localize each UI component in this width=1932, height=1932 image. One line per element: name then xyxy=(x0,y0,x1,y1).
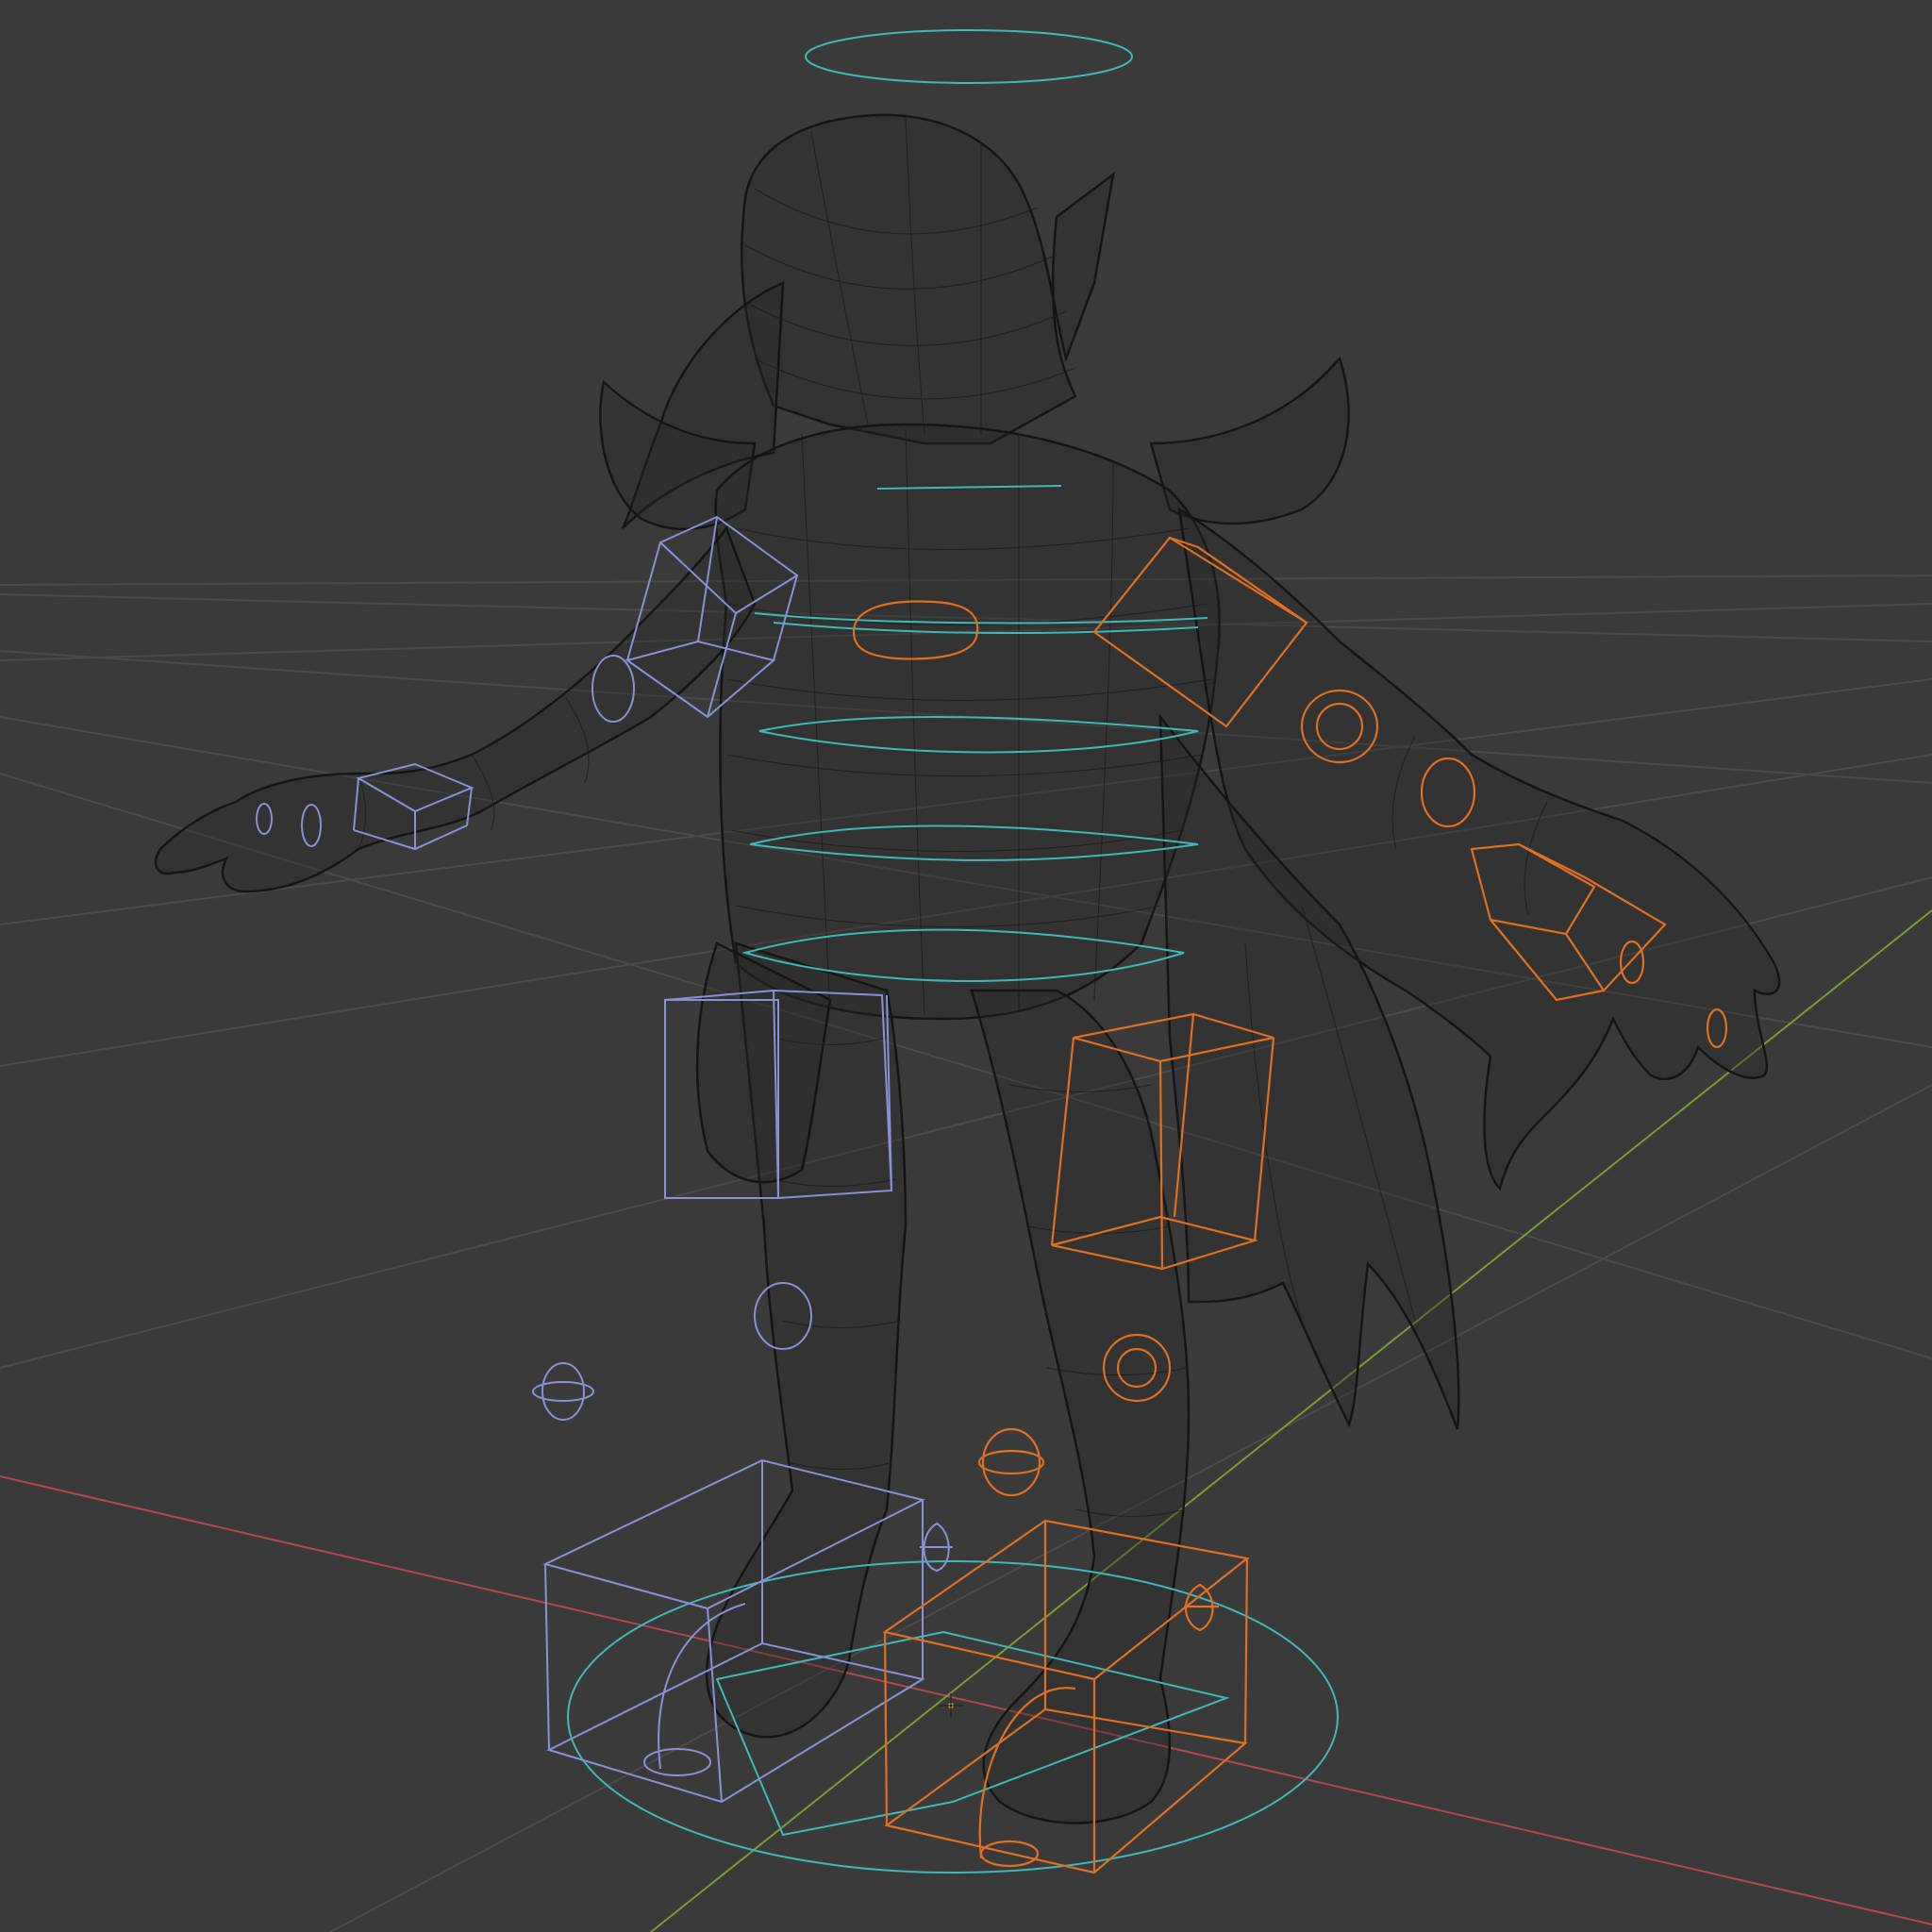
root-circle-control[interactable] xyxy=(567,1560,1339,1874)
left-pole-target-ring-v xyxy=(541,1362,585,1421)
wireframe-character-mesh[interactable] xyxy=(154,113,1781,1824)
hood-mesh xyxy=(741,113,1115,445)
origin-marker-icon xyxy=(939,1693,963,1718)
left-heel-ring-control[interactable] xyxy=(643,1748,711,1776)
left-toe-pivot-control[interactable] xyxy=(920,1522,953,1573)
right-shoulder-spike-mesh xyxy=(1149,356,1350,525)
right-pole-target-control[interactable] xyxy=(977,1427,1045,1497)
viewport-canvas[interactable] xyxy=(0,0,1932,1932)
x-axis-line xyxy=(0,1475,1932,1925)
right-pole-target-ring-h xyxy=(977,1449,1045,1475)
head-halo-control[interactable] xyxy=(805,29,1133,84)
3d-viewport[interactable] xyxy=(0,0,1932,1932)
right-toe-pivot-control[interactable] xyxy=(1184,1583,1219,1632)
right-leg-mesh xyxy=(970,989,1191,1824)
left-pole-target-control[interactable] xyxy=(532,1362,594,1421)
right-pole-target-ring-v xyxy=(981,1427,1041,1497)
